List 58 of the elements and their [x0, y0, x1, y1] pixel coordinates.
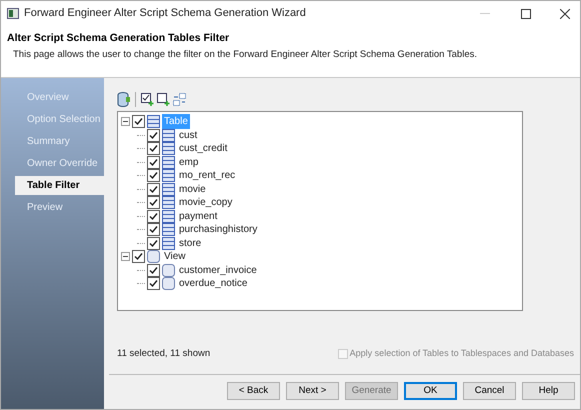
checkbox[interactable] [147, 156, 160, 169]
page-title: Alter Script Schema Generation Tables Filter [7, 31, 230, 46]
checkbox[interactable] [132, 115, 145, 128]
swap-icon[interactable] [173, 92, 186, 106]
table-icon [162, 169, 175, 182]
tree-item[interactable]: customer_invoice [177, 262, 259, 278]
dialog-button[interactable]: Cancel [463, 382, 516, 400]
app-icon [7, 8, 19, 19]
view-icon [162, 264, 175, 277]
checkbox[interactable] [147, 169, 160, 182]
tree-item[interactable]: cust_credit [177, 141, 230, 156]
checkbox[interactable] [147, 277, 160, 290]
checkbox[interactable] [147, 223, 160, 236]
view-icon [162, 277, 175, 290]
close-icon[interactable] [560, 8, 570, 18]
window-title: Forward Engineer Alter Script Schema Generation Wizard [24, 6, 307, 22]
page-description: This page allows the user to change the filter on the Forward Engineer Alter Script Schema Generation Tables. [12, 48, 478, 62]
tree-item[interactable]: purchasinghistory [177, 222, 260, 238]
table-icon [162, 142, 175, 156]
table-icon [162, 156, 175, 169]
maximize-icon[interactable] [521, 8, 531, 18]
checkbox[interactable] [147, 142, 160, 156]
tree-item[interactable]: overdue_notice [177, 276, 250, 292]
status-text: 11 selected, 11 shown [117, 347, 210, 361]
table-icon [162, 236, 175, 250]
check-all-icon[interactable] [141, 92, 154, 106]
table-icon [162, 223, 175, 236]
tree-item[interactable]: store [177, 236, 204, 251]
checkbox[interactable] [132, 250, 145, 264]
checkbox[interactable] [147, 264, 160, 277]
checkbox[interactable] [147, 236, 160, 250]
checkbox[interactable] [147, 210, 160, 223]
dialog-button[interactable]: Help [522, 382, 575, 400]
tree-item[interactable]: emp [177, 154, 200, 170]
tree-item[interactable]: payment [177, 208, 220, 224]
checkbox-label: Apply selection of Tables to Tablespaces and Databases [350, 347, 574, 360]
database-icon[interactable] [117, 92, 130, 106]
uncheck-all-icon[interactable] [157, 92, 170, 106]
sidebar-item[interactable]: Table Filter [15, 176, 104, 195]
dialog-button[interactable]: < Back [227, 382, 280, 400]
table-icon [162, 210, 175, 223]
dialog-button[interactable]: Next > [286, 382, 339, 400]
tree-item[interactable]: View [162, 249, 188, 264]
checkbox[interactable] [147, 182, 160, 196]
collapse-toggle[interactable] [121, 252, 130, 262]
table-icon [162, 182, 175, 196]
checkbox[interactable] [147, 128, 160, 142]
collapse-toggle[interactable] [121, 117, 130, 126]
dialog-button[interactable]: OK [404, 382, 457, 400]
tree-item[interactable]: movie_copy [177, 195, 234, 210]
table-icon [162, 196, 175, 210]
table-icon [147, 115, 160, 128]
tree-item[interactable]: movie [177, 182, 208, 197]
tree-item[interactable]: mo_rent_rec [177, 168, 238, 184]
tree-item[interactable]: cust [177, 128, 200, 143]
view-icon [147, 250, 160, 264]
checkbox[interactable] [147, 196, 160, 210]
table-icon [162, 128, 175, 142]
